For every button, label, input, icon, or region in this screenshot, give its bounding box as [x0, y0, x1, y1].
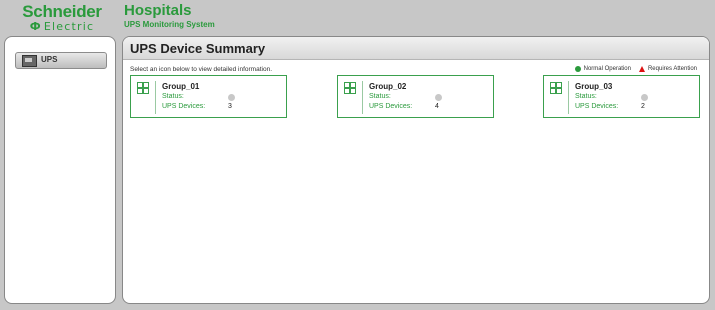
group-name[interactable]: Group_03 — [575, 82, 612, 91]
ups-device-count: 4 — [435, 103, 439, 110]
card-divider — [155, 81, 156, 114]
group-card-03[interactable]: Group_03 Status: UPS Devices: 2 — [543, 75, 700, 118]
ups-devices-label: UPS Devices: — [162, 103, 206, 110]
logo-wordmark: Schneider — [22, 2, 102, 21]
app-subtitle: UPS Monitoring System — [124, 20, 215, 29]
instructions-text: Select an icon below to view detailed in… — [130, 66, 272, 73]
logo-sub-label: Electric — [43, 20, 95, 33]
ups-devices-label: UPS Devices: — [369, 103, 413, 110]
legend-normal-label: Normal Operation — [583, 66, 631, 72]
status-indicator-icon — [641, 94, 648, 101]
sidebar-item-label: UPS — [41, 55, 58, 64]
ups-devices-label: UPS Devices: — [575, 103, 619, 110]
ups-device-icon — [22, 55, 37, 67]
status-indicator-icon — [228, 94, 235, 101]
attention-status-icon — [638, 66, 645, 72]
group-name[interactable]: Group_02 — [369, 82, 406, 91]
group-card-02[interactable]: Group_02 Status: UPS Devices: 4 — [337, 75, 494, 118]
group-grid-icon[interactable] — [137, 82, 149, 94]
legend-attention-label: Requires Attention — [647, 66, 697, 72]
group-card-01[interactable]: Group_01 Status: UPS Devices: 3 — [130, 75, 287, 118]
card-divider — [362, 81, 363, 114]
status-label: Status: — [369, 93, 391, 100]
status-legend: Normal Operation Requires Attention — [574, 66, 697, 72]
status-label: Status: — [575, 93, 597, 100]
card-divider — [568, 81, 569, 114]
sidebar: UPS — [4, 36, 116, 304]
device-summary-panel: UPS Device Summary Select an icon below … — [122, 36, 710, 304]
ups-device-count: 2 — [641, 103, 645, 110]
group-grid-icon[interactable] — [550, 82, 562, 94]
normal-status-icon — [574, 66, 581, 72]
panel-header: UPS Device Summary — [123, 37, 709, 60]
logo-glyph-icon: Ф — [29, 20, 42, 33]
page-title: UPS Device Summary — [130, 41, 266, 56]
status-indicator-icon — [435, 94, 442, 101]
app-title: Hospitals — [124, 2, 192, 19]
group-grid-icon[interactable] — [344, 82, 356, 94]
sidebar-item-ups[interactable]: UPS — [15, 52, 107, 69]
logo-subtext: Ф Electric — [12, 21, 112, 32]
status-label: Status: — [162, 93, 184, 100]
schneider-logo: Schneider Ф Electric — [12, 2, 112, 33]
ups-device-count: 3 — [228, 103, 232, 110]
group-name[interactable]: Group_01 — [162, 82, 199, 91]
